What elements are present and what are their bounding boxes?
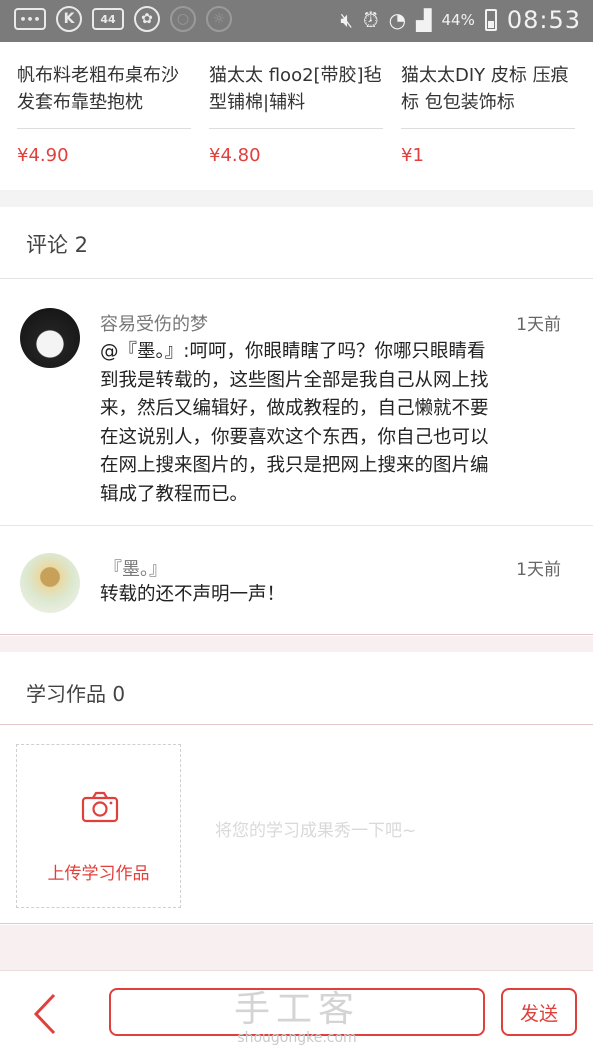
works-title: 学习作品 0 — [26, 682, 126, 706]
battery-percent: 44% — [441, 11, 475, 29]
avatar[interactable] — [20, 308, 80, 368]
upload-label: 上传学习作品 — [47, 864, 150, 884]
search-icon: ○ — [170, 6, 196, 32]
signal-icon: ▟ — [416, 8, 432, 32]
bottom-bar: 手工客 shougongke.com 发送 — [0, 972, 593, 1054]
camera-icon — [81, 791, 119, 823]
mute-icon: 🔇︎ — [340, 8, 354, 32]
section-gap — [0, 636, 593, 652]
clock: 08:53 — [506, 6, 581, 34]
comment-item[interactable]: 『墨。』 1天前 转载的还不声明一声！ — [0, 527, 593, 635]
comment-input[interactable] — [109, 988, 485, 1036]
wifi-icon: ◔ — [388, 8, 407, 32]
related-products: 帆布料老粗布桌布沙发套布靠垫抱枕 ¥4.90 猫太太 floo2[带胶]毡型铺棉… — [0, 42, 593, 190]
44-badge-icon: 44 — [92, 8, 124, 30]
back-arrow-icon[interactable] — [28, 992, 64, 1036]
works-hint: 将您的学习成果秀一下吧~ — [215, 821, 417, 841]
k-app-icon: K — [56, 6, 82, 32]
product-divider — [401, 128, 575, 129]
product-divider — [209, 128, 383, 129]
comment-time: 1天前 — [516, 560, 561, 580]
alarm-icon: ⏰︎ — [363, 8, 379, 32]
squirrel-icon: ✿ — [134, 6, 160, 32]
product-price: ¥4.80 — [209, 145, 261, 166]
chat-bubble-icon: ••• — [14, 8, 46, 30]
product-card[interactable]: 帆布料老粗布桌布沙发套布靠垫抱枕 ¥4.90 — [17, 62, 191, 166]
comments-title: 评论 2 — [26, 233, 89, 257]
avatar[interactable] — [20, 553, 80, 613]
battery-icon — [484, 9, 497, 31]
status-right-icons: 🔇︎ ⏰︎ ◔ ▟ 44% 08:53 — [340, 6, 581, 34]
product-divider — [17, 128, 191, 129]
product-card[interactable]: 猫太太 floo2[带胶]毡型铺棉|辅料 ¥4.80 — [209, 62, 383, 166]
works-header: 学习作品 0 — [0, 652, 593, 725]
works-body: 上传学习作品 将您的学习成果秀一下吧~ — [0, 726, 593, 924]
product-price: ¥1 — [401, 145, 424, 166]
comment-text: 转载的还不声明一声！ — [100, 584, 286, 605]
section-gap — [0, 190, 593, 207]
brightness-icon: ☼ — [206, 6, 232, 32]
comment-author[interactable]: 容易受伤的梦 — [100, 310, 208, 336]
status-bar: ••• K 44 ✿ ○ ☼ 🔇︎ ⏰︎ ◔ ▟ 44% 08:53 — [0, 0, 593, 42]
product-title: 猫太太 floo2[带胶]毡型铺棉|辅料 — [209, 65, 382, 113]
send-button[interactable]: 发送 — [501, 988, 577, 1036]
comments-header: 评论 2 — [0, 207, 593, 279]
comment-author[interactable]: 『墨。』 — [104, 555, 167, 581]
product-title: 猫太太DIY 皮标 压痕标 包包装饰标 — [401, 65, 569, 113]
product-card[interactable]: 猫太太DIY 皮标 压痕标 包包装饰标 ¥1 — [401, 62, 575, 166]
upload-work-button[interactable]: 上传学习作品 — [16, 744, 181, 908]
product-title: 帆布料老粗布桌布沙发套布靠垫抱枕 — [17, 65, 179, 113]
comment-time: 1天前 — [516, 315, 561, 335]
section-gap — [0, 925, 593, 971]
product-price: ¥4.90 — [17, 145, 69, 166]
status-left-icons: ••• K 44 ✿ ○ ☼ — [14, 6, 232, 32]
comment-item[interactable]: 容易受伤的梦 1天前 @『墨。』:呵呵，你眼睛瞎了吗？你哪只眼睛看到我是转载的，… — [0, 280, 593, 526]
comment-text: @『墨。』:呵呵，你眼睛瞎了吗？你哪只眼睛看到我是转载的，这些图片全部是我自己从… — [100, 341, 489, 505]
